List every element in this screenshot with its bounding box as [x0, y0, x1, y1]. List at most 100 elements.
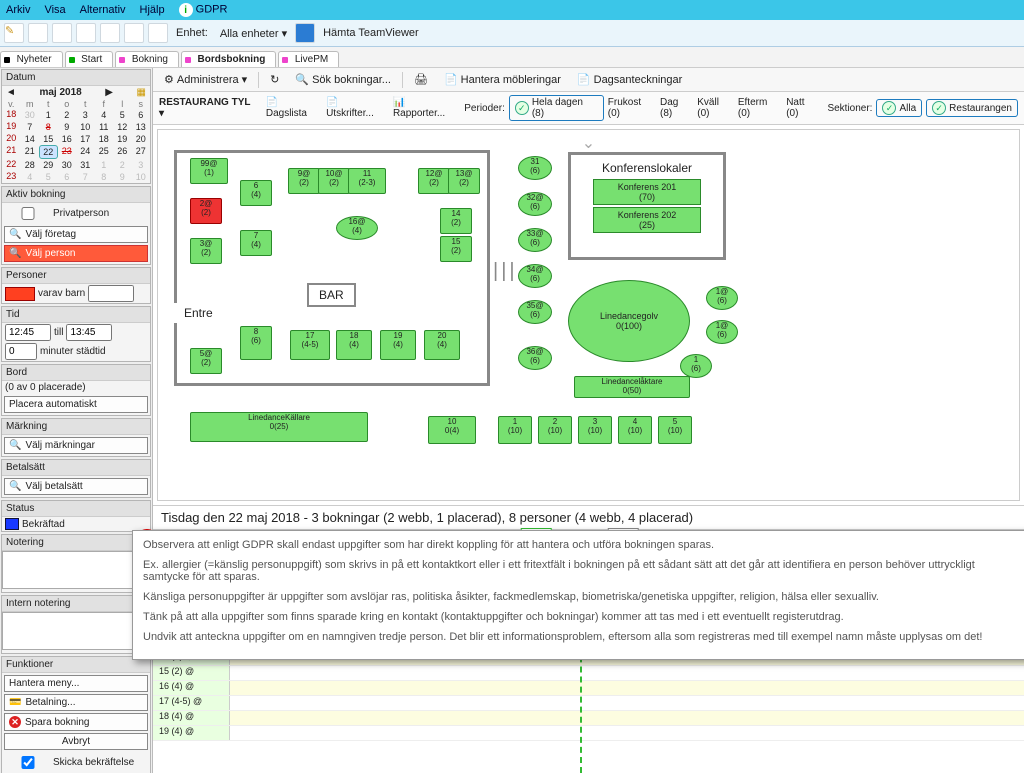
table[interactable]: 18(4)	[336, 330, 372, 360]
collapse-icon[interactable]: ⌄	[582, 133, 595, 153]
timeline-row[interactable]: 17 (4-5) @	[153, 696, 1024, 711]
cal-day[interactable]: 18	[95, 133, 114, 145]
cal-day[interactable]: 26	[113, 145, 132, 159]
cal-day[interactable]: 2	[58, 109, 77, 121]
cal-day[interactable]: 10	[76, 121, 95, 133]
timeline-row[interactable]: 15 (2) @	[153, 666, 1024, 681]
cal-day[interactable]: 3	[132, 159, 151, 171]
tab-start[interactable]: Start	[65, 51, 114, 67]
table[interactable]: 4(10)	[618, 416, 652, 444]
cal-day[interactable]: 13	[132, 121, 151, 133]
utskrifter-button[interactable]: 📄 Utskrifter...	[326, 97, 389, 119]
cal-day[interactable]: 1	[39, 109, 58, 121]
menu-arkiv[interactable]: Arkiv	[6, 4, 30, 16]
konferens-202[interactable]: Konferens 202(25)	[593, 207, 701, 233]
period-efterm[interactable]: Efterm (0)	[738, 97, 782, 119]
teamviewer-link[interactable]: Hämta TeamViewer	[319, 27, 423, 39]
table[interactable]: 35@(6)	[518, 300, 552, 324]
cal-day[interactable]: 17	[76, 133, 95, 145]
table[interactable]: 1(10)	[498, 416, 532, 444]
cal-day[interactable]: 21	[21, 145, 40, 159]
table[interactable]: 31(6)	[518, 156, 552, 180]
cal-day[interactable]: 22	[39, 145, 58, 159]
menu-visa[interactable]: Visa	[44, 4, 65, 16]
cal-day[interactable]: 5	[39, 171, 58, 183]
menu-hjalp[interactable]: Hjälp	[140, 4, 165, 16]
table[interactable]: 6(4)	[240, 180, 272, 206]
cal-day[interactable]: 8	[95, 171, 114, 183]
tab-nyheter[interactable]: Nyheter	[0, 51, 63, 67]
table[interactable]: 15(2)	[440, 236, 472, 262]
timeline-row[interactable]: 18 (4) @	[153, 711, 1024, 726]
table[interactable]: 34@(6)	[518, 264, 552, 288]
print-icon[interactable]	[52, 23, 72, 43]
table[interactable]: 10@(2)	[318, 168, 350, 194]
cal-day[interactable]: 11	[95, 121, 114, 133]
cal-day[interactable]: 27	[132, 145, 151, 159]
cal-day[interactable]: 25	[95, 145, 114, 159]
cal-day[interactable]: 20	[132, 133, 151, 145]
menu-gdpr[interactable]: i GDPR	[179, 3, 228, 17]
cal-day[interactable]: 9	[58, 121, 77, 133]
cal-day[interactable]: 10	[132, 171, 151, 183]
period-frukost[interactable]: Frukost (0)	[608, 97, 656, 119]
cal-pick[interactable]: ▦	[137, 87, 146, 98]
varav-barn-input[interactable]	[88, 285, 134, 302]
cal-day[interactable]: 24	[76, 145, 95, 159]
table[interactable]: 2(10)	[538, 416, 572, 444]
restaurant-dropdown[interactable]: RESTAURANG TYL ▾	[159, 97, 258, 119]
table[interactable]: 1@(6)	[706, 286, 738, 310]
table[interactable]: 1(6)	[680, 354, 712, 378]
linedancelaktare[interactable]: Linedancelåktare0(50)	[574, 376, 690, 398]
konferens-201[interactable]: Konferens 201(70)	[593, 179, 701, 205]
valj-foretag-button[interactable]: 🔍 Välj företag	[4, 226, 148, 243]
tool-icon-2[interactable]	[76, 23, 96, 43]
menu-alternativ[interactable]: Alternativ	[80, 4, 126, 16]
cal-next[interactable]: ▶	[105, 87, 113, 98]
period-natt[interactable]: Natt (0)	[786, 97, 819, 119]
cal-day[interactable]: 7	[21, 121, 40, 133]
linedancekallare[interactable]: LinedanceKällare0(25)	[190, 412, 368, 442]
table[interactable]: 8(6)	[240, 326, 272, 360]
cal-day[interactable]: 6	[132, 109, 151, 121]
cal-day[interactable]: 14	[21, 133, 40, 145]
table[interactable]: 14(2)	[440, 208, 472, 234]
cal-day[interactable]: 29	[39, 159, 58, 171]
table[interactable]: 3@(2)	[190, 238, 222, 264]
sektion-alla[interactable]: ✓Alla	[876, 99, 922, 117]
table[interactable]: 17(4-5)	[290, 330, 330, 360]
time-to[interactable]	[66, 324, 112, 341]
table[interactable]: 20(4)	[424, 330, 460, 360]
cal-prev[interactable]: ◄	[6, 87, 16, 98]
table[interactable]: 11(2-3)	[348, 168, 386, 194]
cal-day[interactable]: 9	[113, 171, 132, 183]
cal-day[interactable]: 8	[39, 121, 58, 133]
cal-day[interactable]: 2	[113, 159, 132, 171]
table[interactable]: 9@(2)	[288, 168, 320, 194]
tab-bordsbokning[interactable]: Bordsbokning	[181, 51, 276, 67]
table[interactable]: 5@(2)	[190, 348, 222, 374]
period-dag[interactable]: Dag (8)	[660, 97, 693, 119]
avbryt-button[interactable]: Avbryt	[4, 733, 148, 750]
placera-auto-button[interactable]: Placera automatiskt	[4, 396, 148, 413]
table[interactable]: 1@(6)	[706, 320, 738, 344]
cal-day[interactable]: 28	[21, 159, 40, 171]
table[interactable]: 99@(1)	[190, 158, 228, 184]
table[interactable]: 33@(6)	[518, 228, 552, 252]
period-hela-dagen[interactable]: ✓Hela dagen (8)	[509, 95, 604, 121]
table[interactable]: 12@(2)	[418, 168, 450, 194]
hantera-meny-button[interactable]: Hantera meny...	[4, 675, 148, 692]
cal-day[interactable]: 23	[58, 145, 77, 159]
cal-day[interactable]: 16	[58, 133, 77, 145]
cal-day[interactable]: 19	[113, 133, 132, 145]
intern-notering-textarea[interactable]	[2, 612, 150, 650]
table[interactable]: 36@(6)	[518, 346, 552, 370]
cal-day[interactable]: 5	[113, 109, 132, 121]
notering-textarea[interactable]	[2, 551, 150, 589]
timeline-row[interactable]: 19 (4) @	[153, 726, 1024, 741]
pencil-icon[interactable]: ✎	[4, 23, 24, 43]
skicka-bekraftelse-checkbox[interactable]	[9, 756, 47, 769]
dagslista-button[interactable]: 📄 Dagslista	[266, 97, 322, 119]
table[interactable]: 7(4)	[240, 230, 272, 256]
cal-day[interactable]: 4	[21, 171, 40, 183]
